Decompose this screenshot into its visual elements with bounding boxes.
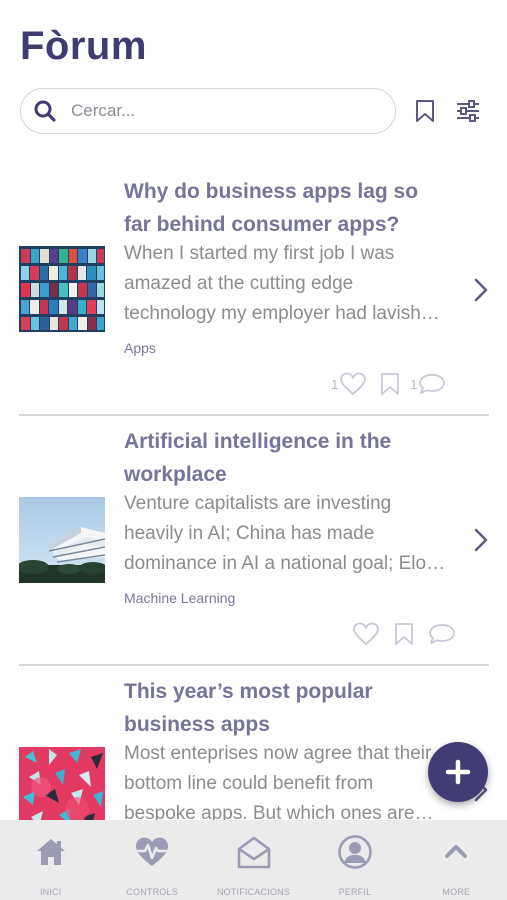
tab-more[interactable]: MORE [406, 820, 507, 900]
tab-controls[interactable]: CONTROLS [101, 820, 202, 900]
tab-label: PERFIL [338, 887, 372, 897]
bottom-tab-bar: INICI CONTROLS NOTIFICACIONS PERFIL MORE [0, 820, 507, 900]
post-excerpt: Most enteprises now agree that their bot… [124, 739, 454, 820]
post-title-line: workplace [124, 463, 227, 486]
bookmark-icon[interactable] [394, 622, 414, 646]
search-bar[interactable] [20, 88, 396, 134]
tab-inici[interactable]: INICI [0, 820, 101, 900]
post-tag[interactable]: Apps [124, 340, 156, 356]
post-excerpt-line: Venture capitalists are investing [124, 493, 392, 514]
comment-count: 1 [410, 376, 418, 392]
post-thumbnail [19, 246, 105, 332]
post-excerpt-line: technology my employer had lavish… [124, 303, 440, 324]
comment-icon[interactable] [418, 373, 446, 395]
like-count: 1 [331, 376, 339, 392]
post-title[interactable]: Why do business apps lag so far behind c… [124, 175, 454, 241]
post-excerpt-line: When I started my first job I was [124, 243, 395, 264]
post-tag[interactable]: Machine Learning [124, 590, 235, 606]
post-title[interactable]: Artificial intelligence in the workplace [124, 425, 454, 491]
comment-icon[interactable] [428, 623, 456, 645]
tab-label: INICI [39, 887, 62, 897]
post-excerpt-line: bottom line could benefit from [124, 773, 374, 794]
user-circle-icon [337, 834, 373, 875]
post-thumbnail [19, 747, 105, 820]
chevron-right-icon[interactable] [472, 277, 490, 303]
tab-label: CONTROLS [126, 887, 178, 897]
chevron-up-icon [438, 834, 474, 875]
post-title[interactable]: This year’s most popular business apps [124, 675, 454, 741]
page-title: Fòrum [20, 24, 147, 68]
plus-icon [445, 759, 471, 785]
heart-pulse-icon [134, 834, 170, 875]
post-excerpt-line: heavily in AI; China has made [124, 523, 375, 544]
home-icon [33, 834, 69, 875]
post-excerpt: Venture capitalists are investing heavil… [124, 489, 454, 579]
envelope-open-icon [236, 834, 272, 875]
tab-notificacions[interactable]: NOTIFICACIONS [203, 820, 304, 900]
post-card[interactable]: Why do business apps lag so far behind c… [0, 165, 507, 416]
tab-perfil[interactable]: PERFIL [304, 820, 405, 900]
post-title-line: Artificial intelligence in the [124, 430, 392, 453]
post-excerpt: When I started my first job I was amazed… [124, 239, 454, 329]
post-thumbnail [19, 497, 105, 583]
post-excerpt-line: Most enteprises now agree that their [124, 743, 432, 764]
post-excerpt-line: bespoke apps. But which ones are… [124, 803, 434, 820]
post-stats [352, 621, 456, 647]
post-card[interactable]: Artificial intelligence in the workplace… [0, 415, 507, 666]
bookmark-icon[interactable] [380, 372, 400, 396]
heart-icon[interactable] [339, 372, 367, 396]
filter-icon[interactable] [455, 98, 481, 124]
chevron-right-icon[interactable] [472, 527, 490, 553]
search-icon [33, 99, 57, 123]
post-title-line: business apps [124, 713, 270, 736]
post-title-line: far behind consumer apps? [124, 213, 400, 236]
post-stats: 1 1 [331, 371, 446, 397]
bookmarks-icon[interactable] [413, 98, 437, 124]
post-title-line: This year’s most popular [124, 680, 373, 703]
post-title-line: Why do business apps lag so [124, 180, 419, 203]
tab-label: MORE [442, 887, 471, 897]
search-input[interactable] [71, 101, 361, 121]
post-excerpt-line: amazed at the cutting edge [124, 273, 354, 294]
heart-icon[interactable] [352, 622, 380, 646]
post-feed[interactable]: Why do business apps lag so far behind c… [0, 165, 507, 820]
post-excerpt-line: dominance in AI a national goal; Elo… [124, 553, 446, 574]
tab-label: NOTIFICACIONS [216, 887, 291, 897]
post-card[interactable]: This year’s most popular business apps M… [0, 665, 507, 820]
new-post-button[interactable] [428, 742, 488, 802]
